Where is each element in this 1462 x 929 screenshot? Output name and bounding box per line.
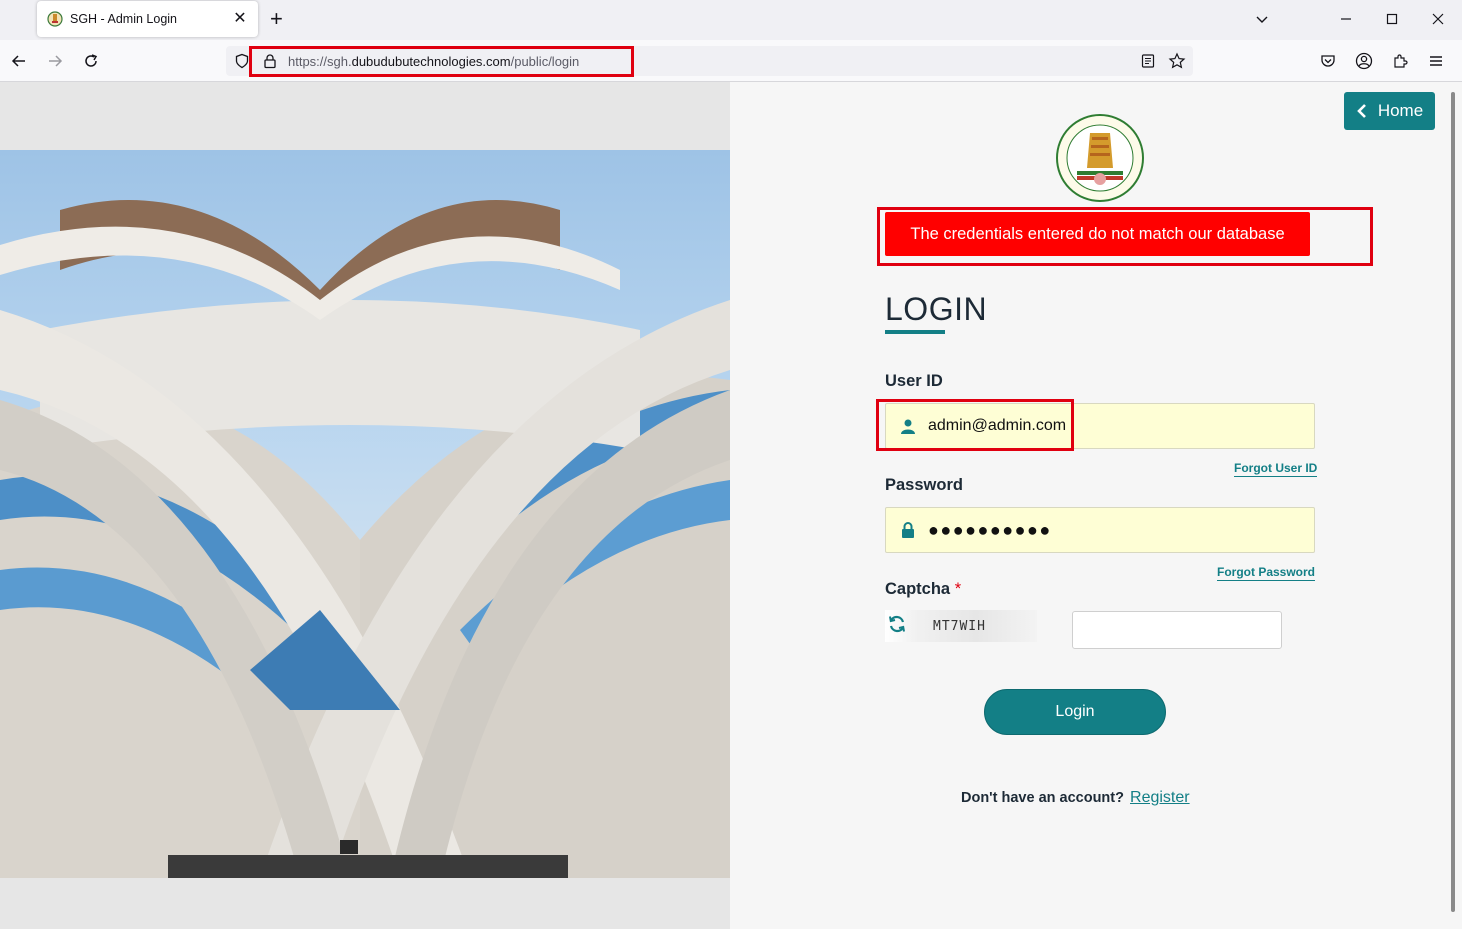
hero-panel	[0, 82, 730, 929]
password-label: Password	[885, 476, 963, 494]
site-favicon	[47, 11, 63, 27]
reload-icon[interactable]	[80, 50, 102, 72]
forgot-user-id-link[interactable]: Forgot User ID	[1234, 461, 1318, 477]
captcha-label: Captcha *	[885, 580, 961, 599]
pocket-icon[interactable]	[1317, 50, 1339, 72]
browser-tab[interactable]: SGH - Admin Login ✕	[37, 1, 258, 37]
forgot-password-link[interactable]: Forgot Password	[1217, 565, 1316, 581]
register-prompt: Don't have an account? Register	[961, 789, 1190, 807]
browser-toolbar: https://sgh.dubudubutechnologies.com/pub…	[0, 40, 1462, 82]
password-field[interactable]: ●●●●●●●●●●	[885, 507, 1315, 553]
new-tab-icon[interactable]: +	[270, 8, 283, 30]
error-alert: The credentials entered do not match our…	[885, 212, 1310, 256]
required-asterisk: *	[954, 580, 962, 598]
close-window-icon[interactable]	[1420, 0, 1456, 38]
chevron-left-icon	[1356, 104, 1366, 118]
page-scrollbar[interactable]	[1451, 92, 1455, 912]
building-photo	[0, 150, 730, 878]
captcha-image: MT7WIH	[885, 610, 1037, 642]
url-highlight-annotation	[249, 46, 634, 77]
tab-title: SGH - Admin Login	[70, 12, 177, 26]
captcha-code: MT7WIH	[933, 618, 986, 634]
tamil-nadu-emblem-logo	[1056, 114, 1144, 202]
browser-tab-strip: SGH - Admin Login ✕ +	[0, 0, 1462, 40]
user-id-label: User ID	[885, 372, 943, 390]
back-icon[interactable]	[8, 50, 30, 72]
register-link[interactable]: Register	[1130, 789, 1190, 806]
extensions-icon[interactable]	[1389, 50, 1411, 72]
login-button[interactable]: Login	[984, 689, 1166, 735]
password-value: ●●●●●●●●●●	[928, 519, 1052, 540]
account-icon[interactable]	[1353, 50, 1375, 72]
tab-list-dropdown-icon[interactable]	[1244, 0, 1280, 38]
forward-icon[interactable]	[44, 50, 66, 72]
user-id-highlight-annotation	[876, 399, 1074, 451]
shield-icon[interactable]	[234, 53, 250, 69]
home-button-label: Home	[1377, 101, 1424, 120]
no-account-text: Don't have an account?	[961, 790, 1124, 806]
captcha-input[interactable]	[1072, 611, 1282, 649]
minimize-window-icon[interactable]	[1328, 0, 1364, 38]
refresh-captcha-icon[interactable]	[887, 614, 909, 639]
title-underline	[885, 330, 945, 334]
building-illustration	[0, 200, 730, 878]
padlock-icon	[900, 522, 916, 538]
tab-close-icon[interactable]: ✕	[232, 11, 248, 27]
home-button[interactable]: Home	[1344, 92, 1435, 130]
bookmark-star-icon[interactable]	[1168, 52, 1186, 70]
captcha-label-text: Captcha	[885, 580, 951, 598]
menu-icon[interactable]	[1425, 50, 1447, 72]
reader-view-icon[interactable]	[1140, 53, 1156, 69]
maximize-window-icon[interactable]	[1374, 0, 1410, 38]
page-title: LOGIN	[885, 291, 988, 327]
